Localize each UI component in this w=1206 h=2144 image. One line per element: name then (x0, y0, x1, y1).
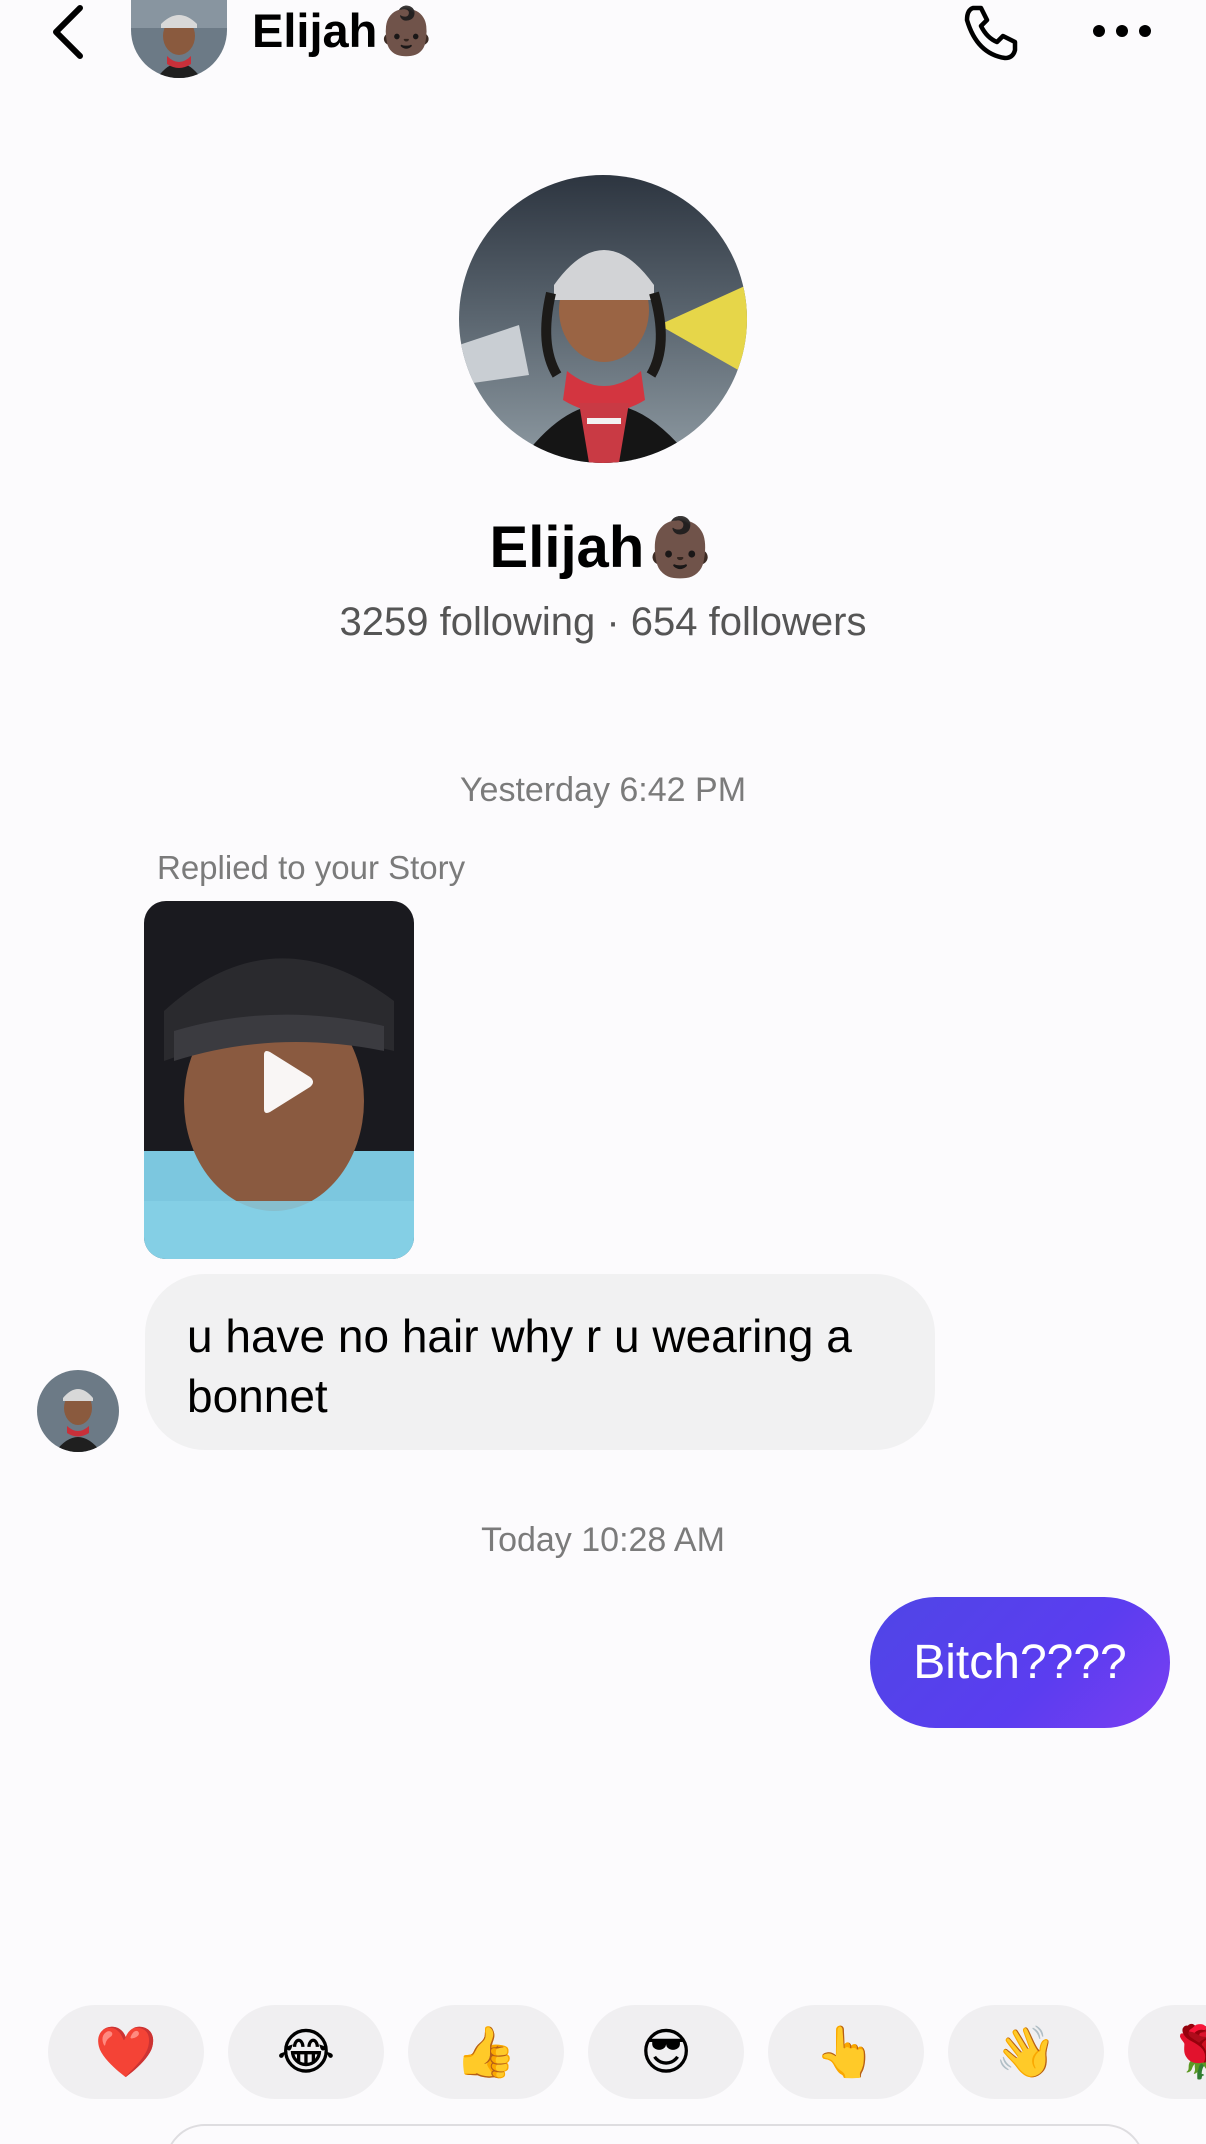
incoming-message-text: u have no hair why r u wearing a bonnet (187, 1310, 852, 1422)
profile-photo[interactable] (459, 175, 747, 463)
call-button[interactable] (954, 0, 1026, 66)
reaction-waving-hand[interactable]: 👋 (948, 2005, 1104, 2099)
reaction-sunglasses[interactable]: 😎 (588, 2005, 744, 2099)
message-composer[interactable] (165, 2124, 1145, 2144)
reaction-thumbs-up[interactable]: 👍 (408, 2005, 564, 2099)
conversation-header: Elijah👶🏿 (0, 0, 1206, 90)
more-options-button[interactable] (1088, 6, 1156, 56)
timestamp-today: Today 10:28 AM (481, 1521, 725, 1559)
outgoing-message-text: Bitch???? (913, 1636, 1127, 1689)
play-icon (264, 1051, 313, 1113)
sender-avatar[interactable] (37, 1370, 119, 1452)
dm-thread-screen: Elijah👶🏿 Elijah👶🏿 3259 following · 654 f… (0, 0, 1206, 2144)
header-avatar[interactable] (131, 0, 227, 78)
profile-name: Elijah👶🏿 (489, 515, 717, 580)
chevron-left-icon (53, 5, 83, 59)
outgoing-message-bubble[interactable]: Bitch???? (870, 1597, 1170, 1728)
header-contact-name[interactable]: Elijah👶🏿 (252, 0, 436, 62)
more-horizontal-icon (1093, 25, 1151, 37)
phone-icon (964, 5, 1018, 61)
timestamp-yesterday: Yesterday 6:42 PM (459, 771, 747, 809)
reaction-heart[interactable]: ❤️ (48, 2005, 204, 2099)
profile-follow-stats: 3259 following · 654 followers (339, 600, 867, 644)
incoming-message-bubble[interactable]: u have no hair why r u wearing a bonnet (145, 1274, 935, 1450)
back-button[interactable] (40, 2, 96, 62)
story-thumbnail[interactable] (144, 901, 414, 1259)
quick-reactions-bar: ❤️ 😂 👍 😎 👆 👋 🌹 (0, 2005, 1206, 2101)
reaction-laughing[interactable]: 😂 (228, 2005, 384, 2099)
reaction-rose[interactable]: 🌹 (1128, 2005, 1206, 2099)
story-reply-label: Replied to your Story (157, 849, 466, 886)
reaction-pointing-up[interactable]: 👆 (768, 2005, 924, 2099)
